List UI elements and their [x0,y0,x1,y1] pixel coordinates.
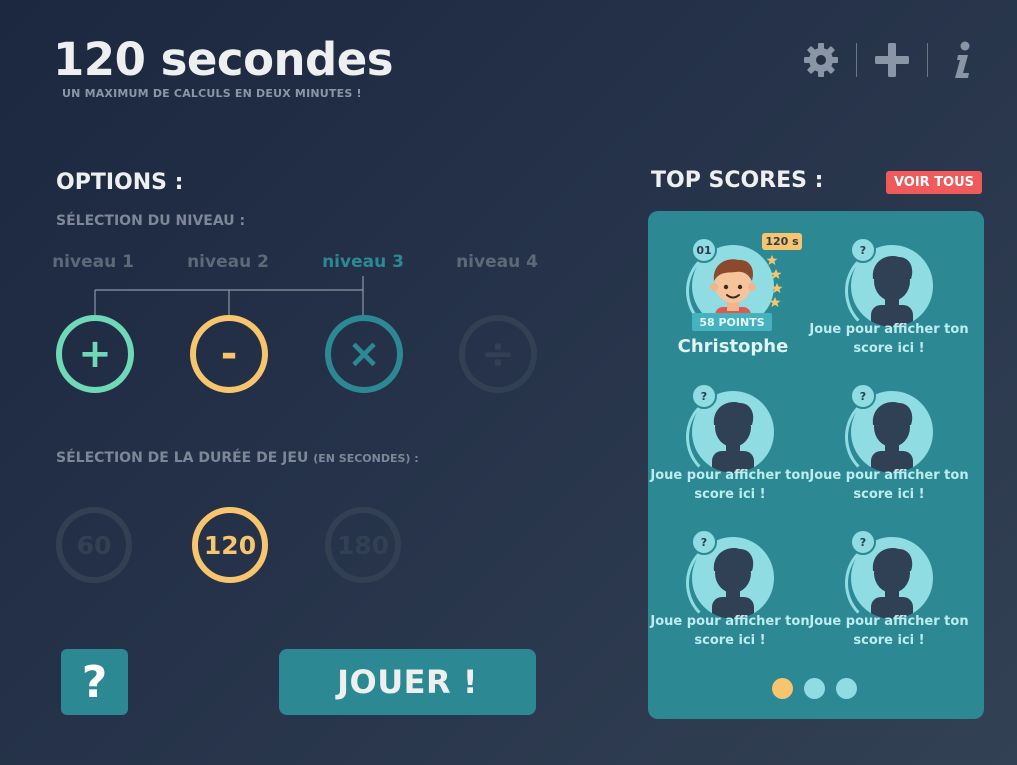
score-card-2[interactable]: ? Joue pour afficher ton score ici ! [809,237,969,385]
gear-icon[interactable] [798,38,844,82]
toolbar-divider [856,43,857,77]
level-4-tab[interactable]: niveau 4 [442,252,552,272]
app-subtitle: UN MAXIMUM DE CALCULS EN DEUX MINUTES ! [62,87,362,100]
duration-heading-text: SÉLECTION DE LA DURÉE DE JEU [56,450,309,466]
rank-badge: 01 [691,237,717,263]
avatar: ? [845,237,933,334]
rank-badge: ? [850,237,876,263]
duration-60-button[interactable]: 60 [56,507,132,583]
stars-icon [766,255,783,307]
minus-symbol: - [220,331,238,377]
times-symbol: × [347,331,381,377]
plus-symbol: + [78,331,112,377]
multiplication-operation-icon[interactable]: × [325,315,403,393]
pagination-dots [772,678,857,699]
plus-icon[interactable] [869,38,915,82]
duration-unit-text: (EN SECONDES) : [313,452,419,465]
rank-badge: ? [691,383,717,409]
subtraction-operation-icon[interactable]: - [190,315,268,393]
options-heading: OPTIONS : [56,170,184,195]
level-2-tab[interactable]: niveau 2 [173,252,283,272]
placeholder-text: Joue pour afficher ton score ici ! [809,322,969,356]
addition-operation-icon[interactable]: + [56,315,134,393]
help-button[interactable]: ? [61,649,128,715]
page-dot-2[interactable] [804,678,825,699]
divide-symbol: ÷ [481,331,515,377]
score-card-3[interactable]: ? Joue pour afficher ton score ici ! [650,383,810,531]
duration-120-button[interactable]: 120 [192,507,268,583]
score-card-1[interactable]: 01 120 s 58 POINTS Christophe [655,233,805,385]
scores-panel: 01 120 s 58 POINTS Christophe ? Joue pou… [648,211,984,719]
duration-selection-heading: SÉLECTION DE LA DURÉE DE JEU (EN SECONDE… [56,450,419,466]
level-1-tab[interactable]: niveau 1 [38,252,148,272]
division-operation-icon[interactable]: ÷ [459,315,537,393]
avatar: ? [686,529,774,626]
player-name: Christophe [677,336,789,357]
score-card-4[interactable]: ? Joue pour afficher ton score ici ! [809,383,969,531]
page-dot-3[interactable] [836,678,857,699]
rank-badge: ? [850,529,876,555]
duration-180-button[interactable]: 180 [325,507,401,583]
info-icon[interactable] [940,38,986,82]
duration-badge: 120 s [762,233,802,250]
points-badge: 58 POINTS [692,313,772,331]
toolbar-divider [927,43,928,77]
app-title: 120 secondes [53,33,394,86]
see-all-button[interactable]: VOIR TOUS [886,171,982,194]
top-scores-heading: TOP SCORES : [651,168,824,193]
level-selection-heading: SÉLECTION DU NIVEAU : [56,213,246,229]
avatar: ? [845,529,933,626]
score-card-6[interactable]: ? Joue pour afficher ton score ici ! [809,529,969,677]
play-button[interactable]: JOUER ! [279,649,536,715]
avatar: ? [686,383,774,480]
rank-badge: ? [691,529,717,555]
page-dot-1[interactable] [772,678,793,699]
avatar: ? [845,383,933,480]
level-3-tab[interactable]: niveau 3 [308,252,418,272]
top-toolbar [798,38,988,82]
placeholder-text: Joue pour afficher ton score ici ! [809,614,969,648]
placeholder-text: Joue pour afficher ton score ici ! [650,614,810,648]
level-connector-lines [94,276,364,316]
placeholder-text: Joue pour afficher ton score ici ! [650,468,810,502]
rank-badge: ? [850,383,876,409]
score-card-5[interactable]: ? Joue pour afficher ton score ici ! [650,529,810,677]
placeholder-text: Joue pour afficher ton score ici ! [809,468,969,502]
